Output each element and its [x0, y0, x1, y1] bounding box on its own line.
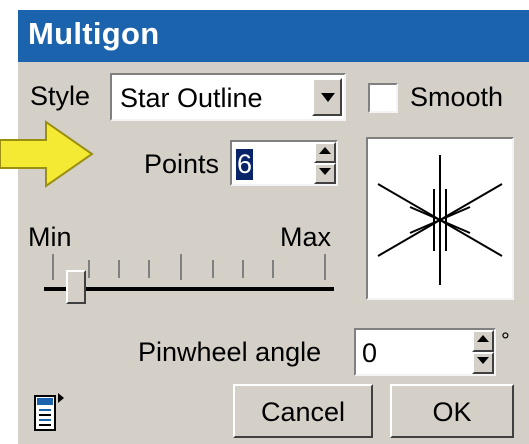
slider-tick: [180, 254, 182, 280]
slider-tick: [212, 260, 214, 278]
points-down-button[interactable]: [314, 163, 336, 184]
arrow-down-icon: [477, 357, 489, 364]
ok-button-label: OK: [432, 397, 472, 427]
chevron-down-icon: [321, 93, 335, 102]
style-dropdown[interactable]: Star Outline: [110, 73, 346, 121]
pinwheel-up-button[interactable]: [472, 330, 494, 352]
style-value: Star Outline: [120, 83, 263, 113]
degree-unit: °: [501, 328, 510, 353]
pinwheel-down-button[interactable]: [472, 352, 494, 374]
slider-tick: [118, 260, 120, 278]
dialog-menu-icon[interactable]: [34, 392, 68, 432]
slider-tick: [272, 260, 274, 278]
pinwheel-angle-value: 0: [362, 338, 378, 368]
star-preview-icon: [377, 155, 503, 285]
title-bar: Multigon: [18, 10, 529, 62]
slider-tick: [88, 260, 90, 278]
slider-tick: [242, 260, 244, 278]
smooth-label: Smooth: [410, 82, 504, 112]
pinwheel-angle-label: Pinwheel angle: [138, 337, 322, 367]
arrow-up-icon: [319, 147, 331, 154]
points-label: Points: [144, 149, 220, 179]
slider-track: [44, 287, 334, 291]
window-title: Multigon: [28, 16, 160, 51]
cancel-button-label: Cancel: [260, 397, 346, 427]
slider-thumb[interactable]: [66, 270, 86, 304]
shape-preview: [366, 137, 514, 300]
slider-min-label: Min: [28, 222, 72, 252]
pinwheel-angle-stepper[interactable]: 0: [354, 328, 496, 376]
points-up-button[interactable]: [314, 142, 336, 163]
dropdown-button[interactable]: [312, 78, 342, 116]
multigon-dialog: Multigon Style Star Outline Smooth Point…: [18, 10, 529, 444]
arrow-up-icon: [477, 335, 489, 342]
slider-max-label: Max: [280, 222, 332, 252]
cancel-button[interactable]: Cancel: [233, 384, 373, 438]
points-value: 6: [236, 149, 254, 180]
slider-tick: [324, 254, 326, 280]
ok-button[interactable]: OK: [390, 384, 514, 438]
arrow-down-icon: [319, 168, 331, 175]
smooth-checkbox[interactable]: [368, 83, 398, 113]
slider-tick: [148, 260, 150, 278]
style-label: Style: [30, 81, 91, 111]
yellow-arrow-icon: [0, 120, 94, 188]
points-stepper[interactable]: 6: [230, 140, 338, 186]
slider-tick: [52, 254, 54, 280]
